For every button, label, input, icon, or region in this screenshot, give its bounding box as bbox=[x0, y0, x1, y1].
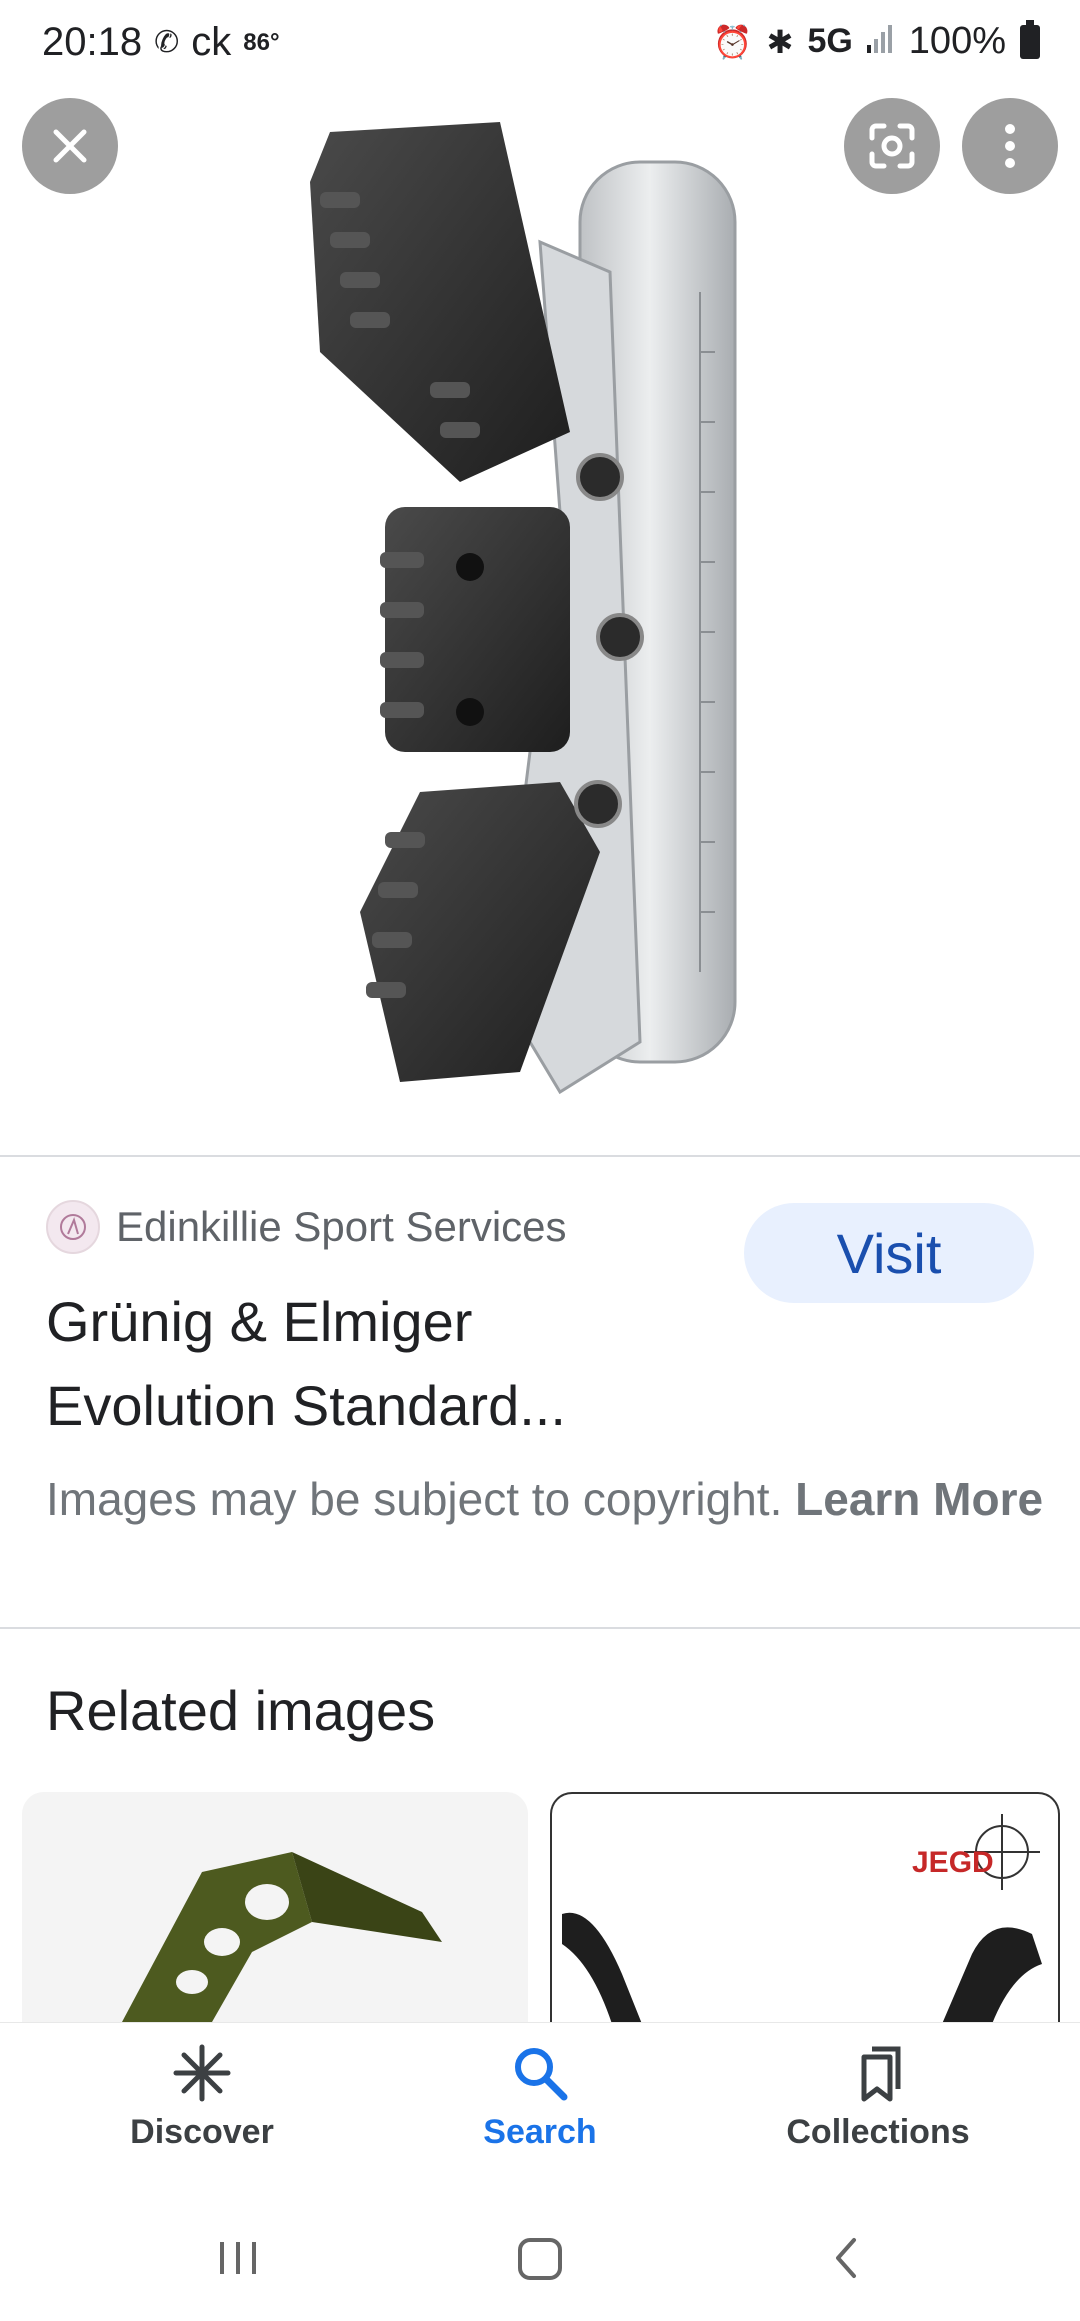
nav-search-label: Search bbox=[483, 2113, 597, 2151]
nav-discover-label: Discover bbox=[130, 2113, 274, 2151]
related-image-1-picture bbox=[122, 1852, 442, 2022]
carrier-label: ck bbox=[191, 20, 232, 64]
wifi-call-icon: ✆ bbox=[154, 26, 180, 59]
nav-collections[interactable]: Collections bbox=[728, 2043, 1028, 2152]
temperature: 86° bbox=[243, 28, 280, 56]
related-image-2-picture: JEGD bbox=[562, 1814, 1042, 2024]
copyright-text: Images may be subject to copyright. bbox=[46, 1473, 783, 1525]
lens-button[interactable] bbox=[844, 98, 940, 194]
nav-discover[interactable]: Discover bbox=[52, 2043, 352, 2152]
nav-collections-label: Collections bbox=[786, 2113, 970, 2151]
image-preview[interactable] bbox=[0, 92, 1080, 1155]
related-image-1[interactable] bbox=[22, 1792, 528, 2022]
related-images-heading: Related images bbox=[46, 1679, 436, 1742]
copyright-notice: Images may be subject to copyright. Lear… bbox=[46, 1466, 1046, 1533]
visit-button[interactable]: Visit bbox=[744, 1203, 1034, 1303]
divider bbox=[0, 1627, 1080, 1629]
system-navigation-bar bbox=[0, 2202, 1080, 2316]
status-right: ⏰ ✱ 5G 100% bbox=[712, 19, 1040, 63]
source-favicon-icon bbox=[46, 1200, 100, 1254]
status-left: 20:18 ✆ ck 86° bbox=[42, 20, 280, 65]
recent-apps-icon[interactable] bbox=[220, 2242, 256, 2274]
signal-icon bbox=[866, 20, 895, 63]
related-image-2[interactable]: JEGD bbox=[550, 1792, 1060, 2024]
asterisk-icon bbox=[173, 2044, 231, 2102]
bluetooth-icon: ✱ bbox=[766, 23, 794, 60]
more-vert-icon bbox=[1005, 124, 1015, 168]
product-image bbox=[310, 122, 737, 1095]
source-name: Edinkillie Sport Services bbox=[116, 1203, 567, 1250]
learn-more-link[interactable]: Learn More bbox=[795, 1473, 1043, 1525]
nav-search[interactable]: Search bbox=[390, 2043, 690, 2152]
thumb2-logo: JEGD bbox=[912, 1846, 994, 1879]
status-bar: 20:18 ✆ ck 86° ⏰ ✱ 5G 100% bbox=[0, 0, 1080, 92]
bottom-navigation: Discover Search Collections bbox=[0, 2022, 1080, 2203]
divider bbox=[0, 1155, 1080, 1157]
source-row[interactable]: Edinkillie Sport Services bbox=[46, 1200, 567, 1254]
search-icon bbox=[515, 2048, 568, 2101]
close-icon bbox=[53, 129, 87, 163]
network-type: 5G bbox=[807, 22, 853, 60]
home-icon[interactable] bbox=[518, 2238, 562, 2280]
alarm-icon: ⏰ bbox=[712, 23, 753, 60]
back-icon[interactable] bbox=[836, 2238, 856, 2278]
battery-icon bbox=[1020, 19, 1040, 59]
result-title[interactable]: Grünig & Elmiger Evolution Standard... bbox=[46, 1280, 686, 1448]
more-options-button[interactable] bbox=[962, 98, 1058, 194]
collections-icon bbox=[861, 2046, 901, 2102]
close-button[interactable] bbox=[22, 98, 118, 194]
battery-percent: 100% bbox=[908, 20, 1006, 62]
clock: 20:18 bbox=[42, 20, 143, 64]
lens-icon bbox=[869, 123, 915, 169]
